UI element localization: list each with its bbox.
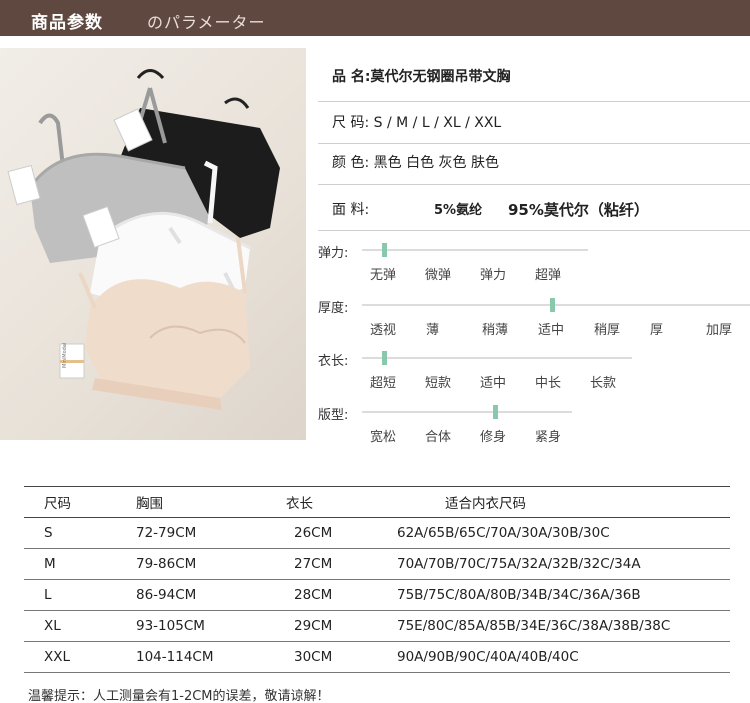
col-header-length: 衣长	[286, 496, 313, 512]
product-photo: MiniModal	[0, 48, 306, 440]
header-subtitle: のパラメーター	[147, 13, 266, 32]
param-scale-track	[362, 357, 632, 359]
param-scale-track	[362, 304, 750, 306]
table-row: XL 93-105CM 29CM 75E/80C/85A/85B/34E/36C…	[24, 611, 730, 642]
cell-length: 30CM	[294, 649, 333, 665]
param-level-marker	[492, 405, 498, 419]
cell-bust: 86-94CM	[136, 587, 197, 603]
param-option: 适中	[480, 376, 507, 391]
param-label: 版型:	[318, 408, 349, 423]
param-option: 紧身	[535, 430, 562, 445]
param-option: 薄	[426, 323, 440, 338]
param-level-marker	[382, 351, 387, 365]
cell-bust: 79-86CM	[136, 556, 197, 572]
bra-illustration: MiniModal	[7, 69, 280, 410]
cell-fit-size: 90A/90B/90C/40A/40B/40C	[397, 649, 579, 665]
divider	[318, 101, 750, 102]
table-header-row: 尺码 胸围 衣长 适合内衣尺码	[24, 486, 730, 518]
cell-length: 26CM	[294, 525, 333, 541]
param-option: 弹力	[480, 268, 507, 283]
param-option: 长款	[590, 376, 617, 391]
param-option: 加厚	[706, 323, 733, 338]
col-header-bust: 胸围	[136, 496, 163, 512]
size-table: 尺码 胸围 衣长 适合内衣尺码 S 72-79CM 26CM 62A/65B/6…	[24, 486, 730, 673]
cell-fit-size: 70A/70B/70C/75A/32A/32B/32C/34A	[397, 556, 641, 572]
table-row: M 79-86CM 27CM 70A/70B/70C/75A/32A/32B/3…	[24, 549, 730, 580]
param-label: 衣长:	[318, 354, 349, 369]
cell-bust: 93-105CM	[136, 618, 205, 634]
cell-fit-size: 62A/65B/65C/70A/30A/30B/30C	[397, 525, 610, 541]
header-bar: 商品参数 のパラメーター	[0, 0, 750, 36]
param-label: 弹力:	[318, 246, 349, 261]
brand-tag-text: MiniModal	[62, 343, 68, 368]
param-option: 稍厚	[594, 323, 621, 338]
cell-fit-size: 75E/80C/85A/85B/34E/36C/38A/38B/38C	[397, 618, 671, 634]
header-title: 商品参数	[31, 13, 103, 33]
cell-length: 28CM	[294, 587, 333, 603]
param-option: 超短	[370, 376, 397, 391]
param-level-marker	[382, 243, 387, 257]
col-header-fit-size: 适合内衣尺码	[445, 496, 526, 512]
cell-size: XXL	[44, 649, 71, 665]
fabric-label: 面 料:	[332, 202, 370, 218]
cell-length: 27CM	[294, 556, 333, 572]
fabric-spandex: 5%氨纶	[434, 203, 483, 218]
param-option: 短款	[425, 376, 452, 391]
cell-size: L	[44, 587, 52, 603]
measurement-note: 温馨提示：人工测量会有1-2CM的误差，敬请谅解！	[28, 689, 330, 703]
cell-fit-size: 75B/75C/80A/80B/34B/34C/36A/36B	[397, 587, 641, 603]
param-option: 适中	[538, 323, 565, 338]
cell-size: XL	[44, 618, 61, 634]
param-option: 中长	[535, 376, 562, 391]
product-name: 品 名:莫代尔无钢圈吊带文胸	[332, 69, 511, 85]
fabric-modal: 95%莫代尔（粘纤）	[508, 201, 649, 219]
param-option: 微弹	[425, 268, 452, 283]
col-header-size: 尺码	[44, 496, 71, 512]
divider	[318, 230, 750, 231]
param-option: 无弹	[370, 268, 397, 283]
product-size: 尺 码: S / M / L / XL / XXL	[332, 115, 502, 131]
param-scale-track	[362, 411, 572, 413]
cell-size: M	[44, 556, 56, 572]
cell-bust: 72-79CM	[136, 525, 197, 541]
param-option: 超弹	[535, 268, 562, 283]
cell-size: S	[44, 525, 53, 541]
divider	[318, 184, 750, 185]
table-row: XXL 104-114CM 30CM 90A/90B/90C/40A/40B/4…	[24, 642, 730, 673]
cell-bust: 104-114CM	[136, 649, 214, 665]
param-option: 厚	[650, 323, 664, 338]
param-level-marker	[550, 298, 555, 312]
table-row: L 86-94CM 28CM 75B/75C/80A/80B/34B/34C/3…	[24, 580, 730, 611]
param-option: 合体	[425, 430, 452, 445]
param-label: 厚度:	[318, 301, 349, 316]
product-colors: 颜 色: 黑色 白色 灰色 肤色	[332, 155, 499, 171]
param-option: 透视	[370, 323, 397, 338]
cell-length: 29CM	[294, 618, 333, 634]
table-row: S 72-79CM 26CM 62A/65B/65C/70A/30A/30B/3…	[24, 518, 730, 549]
param-option: 宽松	[370, 430, 397, 445]
divider	[318, 143, 750, 144]
param-option: 修身	[480, 430, 507, 445]
param-option: 稍薄	[482, 323, 509, 338]
param-scale-track	[362, 249, 588, 251]
